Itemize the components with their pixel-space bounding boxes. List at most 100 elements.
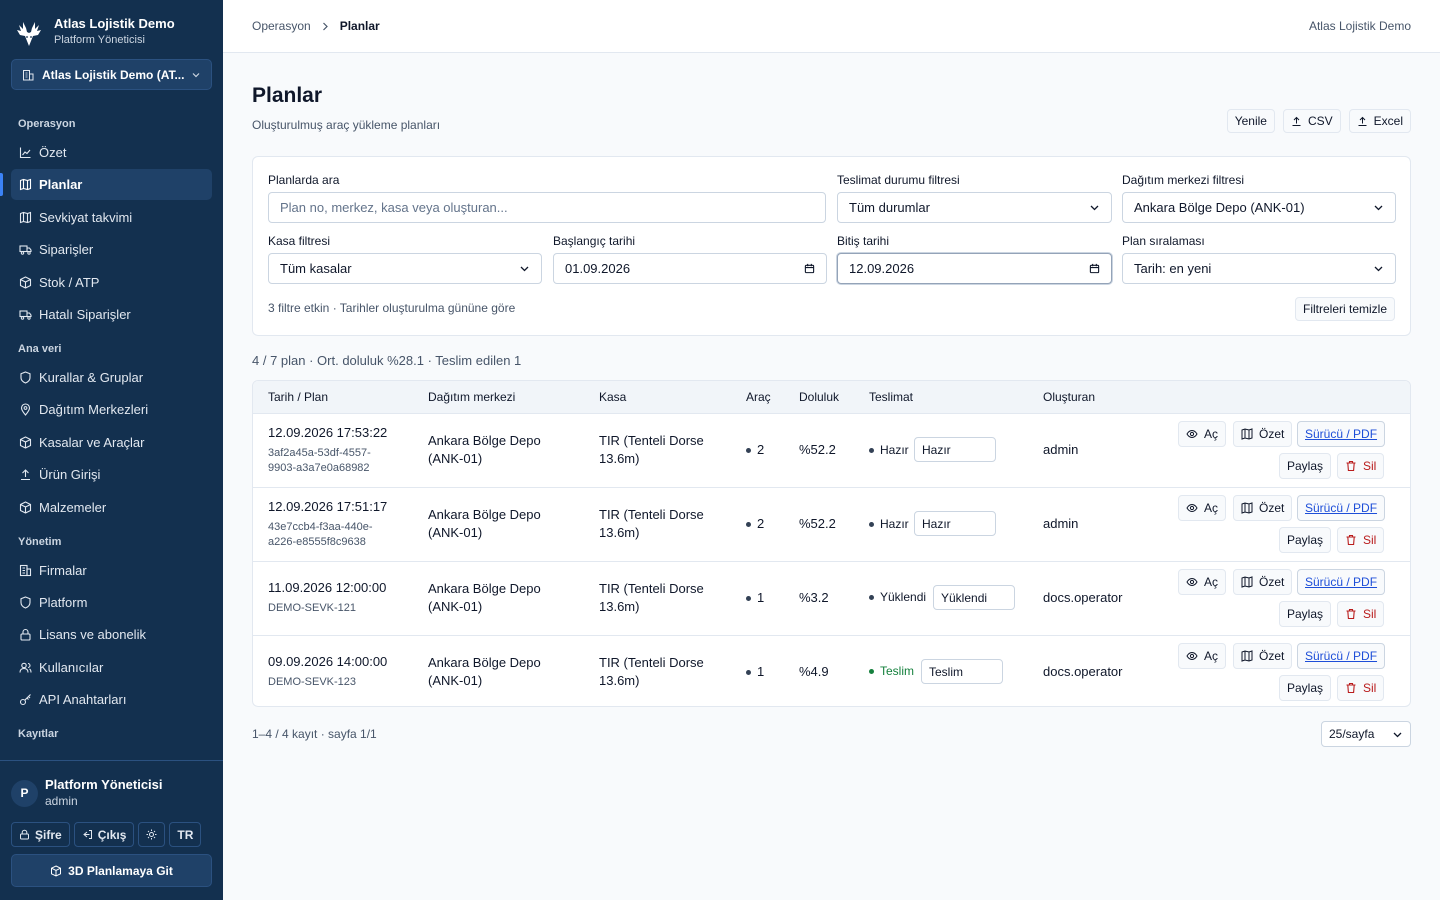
sidebar-item-label: Sevkiyat takvimi — [39, 209, 133, 225]
sidebar-item-stok-atp[interactable]: Stok / ATP — [11, 267, 212, 298]
driver-pdf-button[interactable]: Sürücü / PDF — [1297, 643, 1386, 669]
plan-date: 12.09.2026 17:53:22 — [268, 425, 388, 440]
sidebar-item-platform[interactable]: Platform — [11, 587, 212, 618]
column-header[interactable]: Tarih / Plan — [268, 390, 328, 404]
summary-button[interactable]: Özet — [1233, 495, 1293, 521]
export-excel-button[interactable]: Excel — [1348, 109, 1411, 133]
clear-filters-button[interactable]: Filtreleri temizle — [1294, 297, 1395, 321]
delete-button[interactable]: Sil — [1337, 601, 1385, 627]
share-button[interactable]: Paylaş — [1279, 601, 1332, 627]
brand[interactable]: Atlas Lojistik Demo Platform Yöneticisi — [0, 0, 223, 50]
open-button[interactable]: Aç — [1178, 421, 1227, 447]
sidebar-item-api-anahtarlari[interactable]: API Anahtarları — [11, 684, 212, 715]
sidebar-item-kurallar-gruplar[interactable]: Kurallar & Gruplar — [11, 362, 212, 393]
plan-center-line: Ankara Bölge Depo — [428, 433, 541, 448]
avatar: P — [11, 779, 38, 807]
delivery-filter-select[interactable]: Tüm durumlar — [837, 192, 1112, 223]
plan-creator: admin — [1043, 516, 1079, 531]
sidebar-item-malzemeler[interactable]: Malzemeler — [11, 492, 212, 523]
sidebar-item-urun-girisi[interactable]: Ürün Girişi — [11, 459, 212, 490]
row-actions: Aç Özet Sürücü / PDF Paylaş Sil — [1176, 421, 1396, 483]
open-button[interactable]: Aç — [1178, 643, 1227, 669]
start-date-input[interactable]: 01.09.2026 — [553, 253, 827, 284]
driver-pdf-button[interactable]: Sürücü / PDF — [1297, 495, 1386, 521]
sidebar-item-kullanicilar[interactable]: Kullanıcılar — [11, 652, 212, 683]
column-header[interactable]: Kasa — [599, 390, 626, 404]
page-actions: Yenile CSV Excel — [1226, 109, 1411, 133]
delivery-status-select[interactable]: Teslim — [921, 659, 1003, 684]
delete-button[interactable]: Sil — [1337, 453, 1385, 479]
summary-button[interactable]: Özet — [1233, 569, 1293, 595]
language-button[interactable]: TR — [169, 822, 202, 847]
crate-filter-select[interactable]: Tüm kasalar — [268, 253, 542, 284]
row-actions: Aç Özet Sürücü / PDF Paylaş Sil — [1176, 569, 1396, 631]
delivery-status-select[interactable]: Yüklendi — [933, 585, 1015, 610]
driver-pdf-button[interactable]: Sürücü / PDF — [1297, 569, 1386, 595]
sidebar-item-hatali-siparisler[interactable]: Hatalı Siparişler — [11, 299, 212, 330]
plan-center-line: (ANK-01) — [428, 599, 483, 614]
sidebar-item-siparisler[interactable]: Siparişler — [11, 234, 212, 265]
sidebar-item-sevkiyat-takvimi[interactable]: Sevkiyat takvimi — [11, 202, 212, 233]
plan-center-line: (ANK-01) — [428, 525, 483, 540]
plan-center-line: Ankara Bölge Depo — [428, 655, 541, 670]
chevron-down-icon — [1393, 732, 1402, 737]
column-header[interactable]: Oluşturan — [1043, 390, 1095, 404]
sort-select[interactable]: Tarih: en yeni — [1122, 253, 1396, 284]
goto-3d-planning-button[interactable]: 3D Planlamaya Git — [11, 854, 212, 887]
map-icon — [1241, 502, 1253, 514]
driver-pdf-button[interactable]: Sürücü / PDF — [1297, 421, 1386, 447]
share-button[interactable]: Paylaş — [1279, 453, 1332, 479]
sidebar-item-firmalar[interactable]: Firmalar — [11, 555, 212, 586]
center-filter-select[interactable]: Ankara Bölge Depo (ANK-01) — [1122, 192, 1396, 223]
trash-icon — [1346, 534, 1356, 546]
sidebar-item-planlar[interactable]: Planlar — [0, 169, 212, 201]
user-role: admin — [45, 794, 78, 808]
plan-creator: admin — [1043, 442, 1079, 457]
summary-button[interactable]: Özet — [1233, 421, 1293, 447]
plan-vehicles-count: 2 — [757, 442, 765, 457]
sidebar-item-label: Özet — [39, 145, 67, 160]
plan-date: 11.09.2026 12:00:00 — [268, 580, 387, 595]
per-page-select[interactable]: 25/sayfa — [1321, 721, 1411, 747]
share-button[interactable]: Paylaş — [1279, 527, 1332, 553]
bullet-icon — [746, 670, 751, 676]
plan-creator: docs.operator — [1043, 664, 1123, 679]
sidebar-item-lisans-abonelik[interactable]: Lisans ve abonelik — [11, 619, 212, 650]
company-select[interactable]: Atlas Lojistik Demo (AT... — [11, 59, 212, 90]
logout-button[interactable]: Çıkış — [73, 822, 135, 847]
delivery-status-select[interactable]: Hazır — [914, 437, 996, 462]
crate-filter-value: Tüm kasalar — [280, 261, 352, 276]
open-button[interactable]: Aç — [1178, 569, 1227, 595]
sidebar-item-label: Malzemeler — [39, 499, 107, 515]
open-button[interactable]: Aç — [1178, 495, 1227, 521]
breadcrumb-parent[interactable]: Operasyon — [252, 19, 311, 33]
table-row: 11.09.2026 12:00:00 DEMO-SEVK-121 Ankara… — [253, 562, 1410, 636]
column-header[interactable]: Dağıtım merkezi — [428, 390, 515, 404]
plans-summary: 4 / 7 plan · Ort. doluluk %28.1 · Teslim… — [252, 353, 522, 368]
summary-button[interactable]: Özet — [1233, 643, 1293, 669]
delete-button[interactable]: Sil — [1337, 527, 1385, 553]
column-header[interactable]: Teslimat — [869, 390, 913, 404]
share-button[interactable]: Paylaş — [1279, 675, 1332, 701]
delivery-status-select[interactable]: Hazır — [914, 511, 996, 536]
plan-id: DEMO-SEVK-121 — [268, 602, 357, 614]
sidebar-item-dagitim-merkezleri[interactable]: Dağıtım Merkezleri — [11, 394, 212, 425]
map-icon — [1241, 650, 1253, 662]
status-dot-icon — [869, 595, 874, 601]
end-date-input[interactable]: 12.09.2026 — [837, 253, 1112, 284]
logout-button-label: Çıkış — [97, 827, 127, 842]
column-header[interactable]: Doluluk — [799, 390, 839, 404]
search-input[interactable]: Plan no, merkez, kasa veya oluşturan... — [268, 192, 826, 223]
theme-toggle-button[interactable] — [138, 822, 166, 847]
column-header[interactable]: Araç — [746, 390, 771, 404]
export-csv-label: CSV — [1307, 114, 1333, 128]
export-csv-button[interactable]: CSV — [1282, 109, 1341, 133]
delete-button[interactable]: Sil — [1337, 675, 1385, 701]
shield-icon — [20, 596, 31, 609]
password-button[interactable]: Şifre — [11, 822, 70, 847]
refresh-button[interactable]: Yenile — [1226, 109, 1275, 133]
sidebar-item-kasalar-araclar[interactable]: Kasalar ve Araçlar — [11, 427, 212, 458]
page-subtitle: Oluşturulmuş araç yükleme planları — [252, 118, 441, 132]
sidebar-item-label: Stok / ATP — [39, 274, 100, 290]
sidebar-item-ozet[interactable]: Özet — [11, 137, 212, 168]
